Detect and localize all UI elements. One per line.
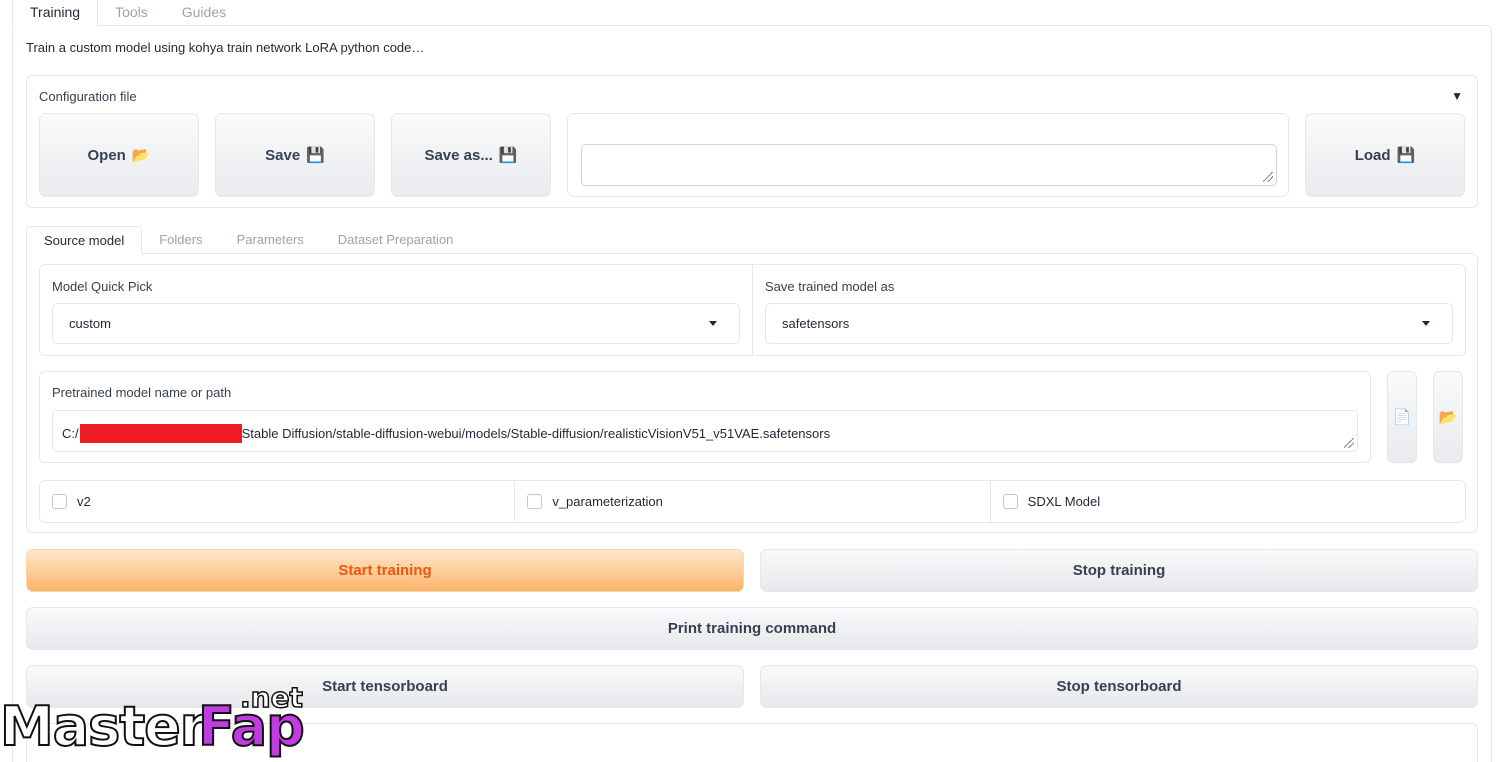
save-model-as-label: Save trained model as bbox=[765, 279, 895, 294]
model-quick-pick-dropdown[interactable]: custom bbox=[52, 303, 740, 344]
tab-dataset-preparation[interactable]: Dataset Preparation bbox=[321, 226, 471, 254]
save-model-as-group: Save trained model as safetensors bbox=[752, 265, 1465, 355]
chevron-down-icon bbox=[709, 321, 717, 326]
sdxl-model-option[interactable]: SDXL Model bbox=[989, 481, 1465, 522]
watermark-net: .net bbox=[239, 680, 303, 715]
v2-option[interactable]: v2 bbox=[40, 481, 514, 522]
tab-training[interactable]: Training bbox=[12, 0, 99, 26]
save-button[interactable]: Save 💾 bbox=[215, 113, 375, 197]
tab-tools[interactable]: Tools bbox=[98, 0, 165, 26]
v2-label: v2 bbox=[77, 494, 91, 509]
config-file-path-input[interactable] bbox=[581, 144, 1277, 186]
save-model-as-value: safetensors bbox=[782, 316, 850, 331]
configuration-file-accordion: Configuration file ▼ Open 📂 Save 💾 Save … bbox=[26, 75, 1478, 208]
floppy-disk-icon: 💾 bbox=[306, 147, 325, 164]
save-as-button[interactable]: Save as... 💾 bbox=[391, 113, 551, 197]
document-icon: 📄 bbox=[1392, 409, 1412, 426]
start-training-button[interactable]: Start training bbox=[26, 549, 744, 592]
floppy-disk-icon: 💾 bbox=[498, 147, 518, 164]
model-options-row: v2 v_parameterization SDXL Model bbox=[39, 480, 1466, 523]
resize-handle-icon[interactable] bbox=[1263, 172, 1273, 182]
select-file-button[interactable]: 📄 bbox=[1387, 371, 1417, 463]
v-parameterization-checkbox[interactable] bbox=[527, 494, 543, 509]
path-prefix: C:/ bbox=[62, 426, 79, 441]
pretrained-model-group: Pretrained model name or path C:/ Stable… bbox=[39, 371, 1371, 463]
config-file-path-container bbox=[567, 113, 1289, 197]
floppy-disk-icon: 💾 bbox=[1396, 147, 1416, 164]
model-quick-pick-label: Model Quick Pick bbox=[52, 279, 153, 294]
pretrained-model-path-value: C:/ Stable Diffusion/stable-diffusion-we… bbox=[62, 424, 830, 443]
chevron-down-icon bbox=[1422, 321, 1430, 326]
load-button[interactable]: Load 💾 bbox=[1305, 113, 1465, 197]
save-button-label: Save bbox=[265, 146, 301, 164]
tab-source-model[interactable]: Source model bbox=[26, 226, 143, 254]
model-quick-pick-group: Model Quick Pick custom bbox=[40, 265, 752, 355]
stop-training-button[interactable]: Stop training bbox=[760, 549, 1478, 592]
save-as-button-label: Save as... bbox=[424, 146, 493, 164]
folder-icon: 📂 bbox=[1438, 409, 1458, 426]
tab-folders[interactable]: Folders bbox=[142, 226, 219, 254]
model-quick-pick-value: custom bbox=[69, 316, 111, 331]
v-parameterization-label: v_parameterization bbox=[552, 494, 663, 509]
v2-checkbox[interactable] bbox=[52, 494, 67, 509]
resize-handle-icon[interactable] bbox=[1344, 438, 1354, 448]
path-suffix: Stable Diffusion/stable-diffusion-webui/… bbox=[241, 426, 831, 441]
configuration-file-label[interactable]: Configuration file bbox=[39, 89, 137, 104]
inner-tabs: Source model Folders Parameters Dataset … bbox=[26, 226, 470, 254]
v-parameterization-option[interactable]: v_parameterization bbox=[514, 481, 989, 522]
open-button[interactable]: Open 📂 bbox=[39, 113, 199, 197]
watermark-master: Master bbox=[0, 694, 207, 759]
select-folder-button[interactable]: 📂 bbox=[1433, 371, 1463, 463]
load-button-label: Load bbox=[1354, 146, 1391, 164]
open-button-label: Open bbox=[87, 146, 126, 164]
tab-parameters[interactable]: Parameters bbox=[220, 226, 321, 254]
pretrained-model-path-input[interactable]: C:/ Stable Diffusion/stable-diffusion-we… bbox=[52, 410, 1358, 452]
sdxl-model-checkbox[interactable] bbox=[1002, 494, 1018, 509]
model-dropdown-row: Model Quick Pick custom Save trained mod… bbox=[39, 264, 1466, 356]
pretrained-model-label: Pretrained model name or path bbox=[52, 385, 232, 400]
print-training-command-button[interactable]: Print training command bbox=[26, 607, 1478, 650]
folder-icon: 📂 bbox=[131, 147, 151, 164]
stop-tensorboard-button[interactable]: Stop tensorboard bbox=[760, 665, 1478, 708]
collapse-caret-icon[interactable]: ▼ bbox=[1451, 89, 1463, 103]
page-description: Train a custom model using kohya train n… bbox=[26, 40, 425, 55]
top-tabs: Training Tools Guides bbox=[12, 0, 243, 26]
tab-guides[interactable]: Guides bbox=[165, 0, 243, 26]
watermark-logo: Master Fap .net bbox=[0, 680, 310, 762]
save-model-as-dropdown[interactable]: safetensors bbox=[765, 303, 1453, 344]
source-model-panel: Model Quick Pick custom Save trained mod… bbox=[26, 253, 1478, 533]
sdxl-model-label: SDXL Model bbox=[1027, 494, 1101, 509]
redaction-bar bbox=[79, 424, 242, 443]
